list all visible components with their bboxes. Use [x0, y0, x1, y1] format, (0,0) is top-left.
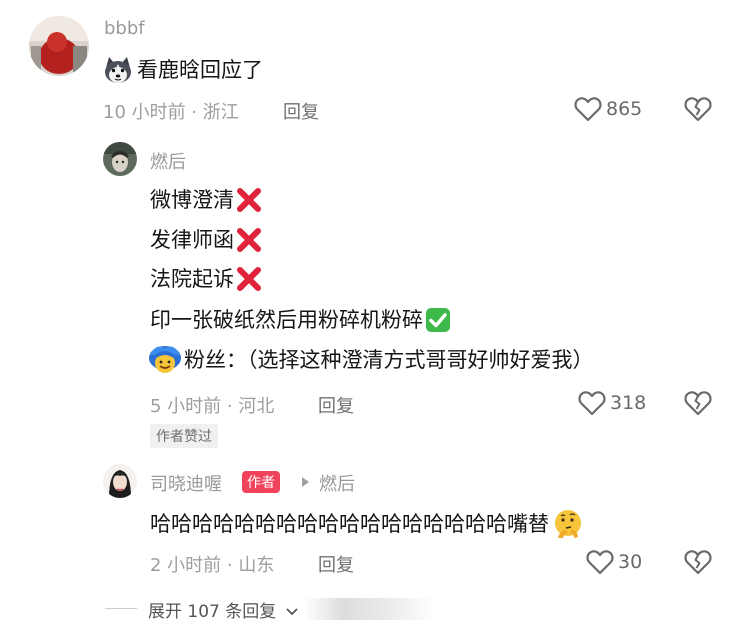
dislike-button[interactable]	[684, 549, 712, 579]
watermark-blur	[304, 598, 434, 620]
avatar-bbbf[interactable]	[29, 16, 89, 76]
comment-line-1: 微博澄清	[150, 187, 262, 213]
comment-username[interactable]: 司晓迪喔	[150, 470, 222, 496]
reply-button[interactable]: 回复	[318, 551, 354, 577]
comment-line-text: 印一张破纸然后用粉碎机粉碎	[150, 308, 423, 332]
broken-heart-icon	[684, 550, 712, 575]
husky-dog-emoji	[103, 56, 133, 84]
dislike-button[interactable]	[684, 96, 712, 126]
expand-divider	[105, 608, 137, 609]
cross-mark-icon	[237, 267, 261, 291]
reply-button[interactable]: 回复	[318, 392, 354, 418]
author-tag: 作者	[242, 471, 280, 493]
reply-to-arrow-icon	[302, 477, 309, 487]
heart-outline-icon	[578, 391, 606, 416]
comment-username[interactable]: 燃后	[150, 148, 186, 174]
comment-meta: 2 小时前 · 山东	[150, 555, 275, 576]
comment-line-text: 发律师函	[150, 228, 234, 252]
like-button[interactable]: 318	[578, 390, 646, 416]
like-button[interactable]: 30	[586, 549, 642, 575]
like-count: 30	[618, 551, 643, 573]
dislike-button[interactable]	[684, 390, 712, 420]
blue-hair-smiling-face-emoji	[149, 346, 181, 373]
broken-heart-icon	[684, 391, 712, 416]
comment-line-4: 印一张破纸然后用粉碎机粉碎	[150, 307, 451, 333]
reply-to-username[interactable]: 燃后	[319, 470, 355, 496]
cross-mark-icon	[237, 228, 261, 252]
comment-text-content: 看鹿晗回应了	[137, 58, 263, 82]
expand-replies-label: 展开 107 条回复	[148, 602, 277, 622]
like-count: 865	[606, 98, 643, 120]
comment-line-text: 法院起诉	[150, 267, 234, 291]
comment-line-3: 法院起诉	[150, 266, 262, 292]
reply-button[interactable]: 回复	[283, 98, 319, 124]
comment-thread: bbbf 看鹿晗回应了 10 小时前 · 浙江 回复 865 燃后 微博澄清 发…	[0, 0, 741, 631]
comment-meta: 5 小时前 · 河北	[150, 396, 275, 417]
comment-username[interactable]: bbbf	[104, 18, 145, 39]
author-liked-badge: 作者赞过	[150, 424, 218, 448]
check-mark-icon	[426, 308, 450, 332]
cross-mark-icon	[237, 188, 261, 212]
comment-line-text: 微博澄清	[150, 188, 234, 212]
heart-outline-icon	[586, 550, 614, 575]
avatar-sixiaodi[interactable]	[103, 464, 137, 498]
broken-heart-icon	[684, 97, 712, 122]
comment-text-content: 哈哈哈哈哈哈哈哈哈哈哈哈哈哈哈哈哈嘴替	[150, 512, 549, 536]
comment-line-2: 发律师函	[150, 227, 262, 253]
comment-meta: 10 小时前 · 浙江	[103, 102, 239, 123]
comment-line-text: 粉丝：（选择这种澄清方式哥哥好帅好爱我）	[184, 348, 594, 372]
like-count: 318	[610, 392, 647, 414]
avatar-ranhou[interactable]	[103, 142, 137, 176]
heart-outline-icon	[574, 97, 602, 122]
comment-text: 哈哈哈哈哈哈哈哈哈哈哈哈哈哈哈哈哈嘴替	[150, 508, 584, 540]
expand-replies-button[interactable]: 展开 107 条回复	[148, 597, 298, 622]
comment-text: 看鹿晗回应了	[103, 56, 263, 84]
comment-line-5: 粉丝：（选择这种澄清方式哥哥好帅好爱我）	[148, 345, 594, 375]
like-button[interactable]: 865	[574, 96, 642, 122]
chevron-down-icon	[286, 608, 298, 616]
thinking-face-emoji	[555, 510, 581, 538]
